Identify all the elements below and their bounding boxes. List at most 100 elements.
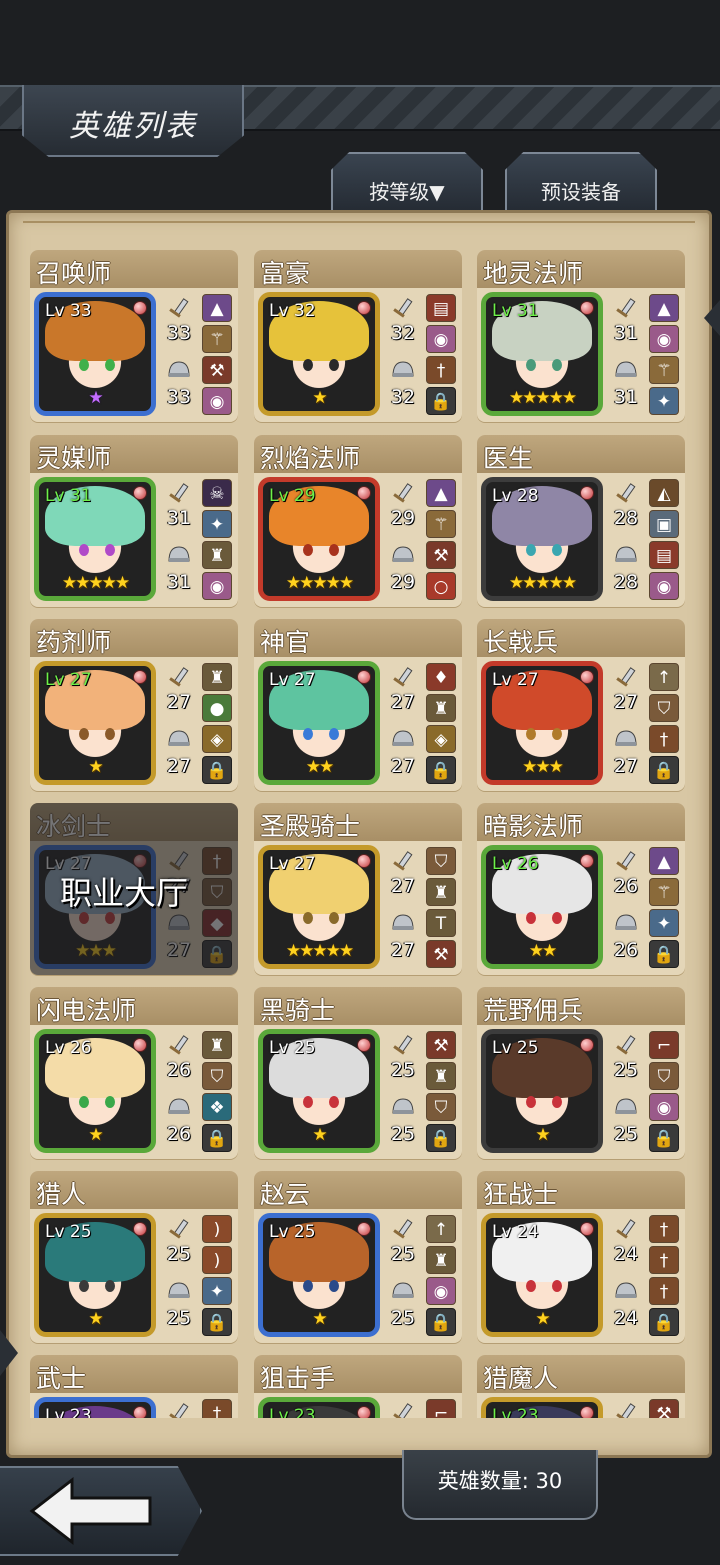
equipment-slot[interactable]: ⌐ bbox=[426, 1399, 456, 1418]
hero-portrait[interactable]: Lv 27 ★★ bbox=[258, 661, 380, 785]
hero-card[interactable]: 狂战士 Lv 24 ★ 24 24 † † † 🔒 bbox=[477, 1171, 685, 1343]
hero-card[interactable]: 灵媒师 Lv 31 ★★★★★ 31 31 ☠ ✦ ♜ ◉ bbox=[30, 435, 238, 607]
equipment-slot[interactable]: 🔒 bbox=[202, 1308, 232, 1336]
equipment-slot[interactable]: ✦ bbox=[649, 387, 679, 415]
hero-portrait[interactable]: Lv 25 ★ bbox=[258, 1213, 380, 1337]
equipment-slot[interactable]: ◉ bbox=[202, 572, 232, 600]
equipment-slot[interactable]: † bbox=[649, 1277, 679, 1305]
equipment-slot[interactable]: ◉ bbox=[649, 1093, 679, 1121]
equipment-slot[interactable]: ◉ bbox=[202, 387, 232, 415]
hero-portrait[interactable]: Lv 27 ★ bbox=[34, 661, 156, 785]
hero-card[interactable]: 闪电法师 Lv 26 ★ 26 26 ♜ ⛉ ❖ 🔒 bbox=[30, 987, 238, 1159]
equipment-slot[interactable]: 🔒 bbox=[202, 756, 232, 784]
equipment-slot[interactable]: ⚒ bbox=[426, 940, 456, 968]
equipment-slot[interactable]: 🔒 bbox=[426, 756, 456, 784]
hero-card[interactable]: 烈焰法师 Lv 29 ★★★★★ 29 29 ▲ ⚚ ⚒ ○ bbox=[254, 435, 462, 607]
equipment-slot[interactable]: ♜ bbox=[202, 663, 232, 691]
equipment-slot[interactable]: ▲ bbox=[202, 294, 232, 322]
hero-card[interactable]: 武士 Lv 23 † bbox=[30, 1355, 238, 1418]
equipment-slot[interactable]: ✦ bbox=[202, 510, 232, 538]
hero-card[interactable]: 富豪 Lv 32 ★ 32 32 ▤ ◉ † 🔒 bbox=[254, 250, 462, 422]
equipment-slot[interactable]: † bbox=[649, 725, 679, 753]
equipment-slot[interactable]: † bbox=[202, 1399, 232, 1418]
equipment-slot[interactable]: ⛉ bbox=[426, 847, 456, 875]
hero-portrait[interactable]: Lv 27 ★★★★★ bbox=[258, 845, 380, 969]
equipment-slot[interactable]: ⛉ bbox=[426, 1093, 456, 1121]
equipment-slot[interactable]: ◈ bbox=[426, 725, 456, 753]
hero-card[interactable]: 长戟兵 Lv 27 ★★★ 27 27 ↑ ⛉ † 🔒 bbox=[477, 619, 685, 791]
equipment-slot[interactable]: † bbox=[426, 356, 456, 384]
equipment-slot[interactable]: ♜ bbox=[426, 878, 456, 906]
equipment-slot[interactable]: ⛉ bbox=[202, 1062, 232, 1090]
hero-portrait[interactable]: Lv 26 ★★ bbox=[481, 845, 603, 969]
hero-portrait[interactable]: Lv 32 ★ bbox=[258, 292, 380, 416]
equipment-slot[interactable]: ♦ bbox=[426, 663, 456, 691]
equipment-slot[interactable]: ⛉ bbox=[649, 1062, 679, 1090]
equipment-slot[interactable]: 🔒 bbox=[426, 1308, 456, 1336]
hero-card[interactable]: 召唤师 Lv 33 ★ 33 33 ▲ ⚚ ⚒ ◉ bbox=[30, 250, 238, 422]
equipment-slot[interactable]: ○ bbox=[426, 572, 456, 600]
equipment-slot[interactable]: ♜ bbox=[426, 694, 456, 722]
equipment-slot[interactable]: ) bbox=[202, 1215, 232, 1243]
equipment-slot[interactable]: ⚚ bbox=[649, 356, 679, 384]
hero-portrait[interactable]: Lv 25 ★ bbox=[258, 1029, 380, 1153]
equipment-slot[interactable]: ⚒ bbox=[649, 1399, 679, 1418]
equipment-slot[interactable]: ◭ bbox=[649, 479, 679, 507]
equipment-slot[interactable]: ↑ bbox=[649, 663, 679, 691]
equipment-slot[interactable]: ▲ bbox=[426, 479, 456, 507]
equipment-slot[interactable]: ⛉ bbox=[649, 694, 679, 722]
equipment-slot[interactable]: † bbox=[649, 1215, 679, 1243]
hero-card[interactable]: 神官 Lv 27 ★★ 27 27 ♦ ♜ ◈ 🔒 bbox=[254, 619, 462, 791]
equipment-slot[interactable]: ⚒ bbox=[426, 541, 456, 569]
equipment-slot[interactable]: ▲ bbox=[649, 847, 679, 875]
equipment-slot[interactable]: 🔒 bbox=[202, 1124, 232, 1152]
equipment-slot[interactable]: ⚚ bbox=[649, 878, 679, 906]
equipment-slot[interactable]: T bbox=[426, 909, 456, 937]
equipment-slot[interactable]: ⚒ bbox=[426, 1031, 456, 1059]
equipment-slot[interactable]: ● bbox=[202, 694, 232, 722]
hero-portrait[interactable]: Lv 26 ★ bbox=[34, 1029, 156, 1153]
hero-card[interactable]: 地灵法师 Lv 31 ★★★★★ 31 31 ▲ ◉ ⚚ ✦ bbox=[477, 250, 685, 422]
equipment-slot[interactable]: ◉ bbox=[426, 1277, 456, 1305]
hero-portrait[interactable]: Lv 28 ★★★★★ bbox=[481, 477, 603, 601]
equipment-slot[interactable]: ▤ bbox=[649, 541, 679, 569]
equipment-slot[interactable]: ♜ bbox=[202, 1031, 232, 1059]
equipment-slot[interactable]: ◉ bbox=[426, 325, 456, 353]
hero-portrait[interactable]: Lv 29 ★★★★★ bbox=[258, 477, 380, 601]
hero-card[interactable]: 狙击手 Lv 23 ⌐ bbox=[254, 1355, 462, 1418]
hero-portrait[interactable]: Lv 31 ★★★★★ bbox=[34, 477, 156, 601]
hero-card[interactable]: 猎魔人 Lv 23 ⚒ bbox=[477, 1355, 685, 1418]
hero-card[interactable]: 圣殿骑士 Lv 27 ★★★★★ 27 27 ⛉ ♜ T ⚒ bbox=[254, 803, 462, 975]
hero-portrait[interactable]: Lv 24 ★ bbox=[481, 1213, 603, 1337]
equipment-slot[interactable]: 🔒 bbox=[649, 1124, 679, 1152]
hero-card[interactable]: 猎人 Lv 25 ★ 25 25)) ✦ 🔒 bbox=[30, 1171, 238, 1343]
equipment-slot[interactable]: 🔒 bbox=[649, 940, 679, 968]
equipment-slot[interactable]: ◉ bbox=[649, 325, 679, 353]
hero-card[interactable]: 暗影法师 Lv 26 ★★ 26 26 ▲ ⚚ ✦ 🔒 bbox=[477, 803, 685, 975]
hero-card[interactable]: 冰剑士Lv 27★★★2727†⛉◆🔒职业大厅 bbox=[30, 803, 238, 975]
hero-card[interactable]: 医生 Lv 28 ★★★★★ 28 28 ◭ ▣ ▤ ◉ bbox=[477, 435, 685, 607]
hero-portrait[interactable]: Lv 33 ★ bbox=[34, 292, 156, 416]
equipment-slot[interactable]: 🔒 bbox=[649, 756, 679, 784]
equipment-slot[interactable]: ▣ bbox=[649, 510, 679, 538]
back-button[interactable] bbox=[0, 1466, 202, 1556]
equipment-slot[interactable]: ⚚ bbox=[202, 325, 232, 353]
equipment-slot[interactable]: ✦ bbox=[202, 1277, 232, 1305]
hero-portrait[interactable]: Lv 23 bbox=[258, 1397, 380, 1418]
hero-card[interactable]: 赵云 Lv 25 ★ 25 25 ↑ ♜ ◉ 🔒 bbox=[254, 1171, 462, 1343]
hero-portrait[interactable]: Lv 25 ★ bbox=[481, 1029, 603, 1153]
equipment-slot[interactable]: ) bbox=[202, 1246, 232, 1274]
equipment-slot[interactable]: ◉ bbox=[649, 572, 679, 600]
hero-portrait[interactable]: Lv 23 bbox=[481, 1397, 603, 1418]
equipment-slot[interactable]: 🔒 bbox=[426, 387, 456, 415]
equipment-slot[interactable]: ◈ bbox=[202, 725, 232, 753]
hero-card[interactable]: 药剂师 Lv 27 ★ 27 27 ♜ ● ◈ 🔒 bbox=[30, 619, 238, 791]
hero-card[interactable]: 黑骑士 Lv 25 ★ 25 25 ⚒ ♜ ⛉ 🔒 bbox=[254, 987, 462, 1159]
equipment-slot[interactable]: ♜ bbox=[426, 1246, 456, 1274]
equipment-slot[interactable]: ☠ bbox=[202, 479, 232, 507]
equipment-slot[interactable]: ⚒ bbox=[202, 356, 232, 384]
equipment-slot[interactable]: ✦ bbox=[649, 909, 679, 937]
equipment-slot[interactable]: ⚚ bbox=[426, 510, 456, 538]
hero-card[interactable]: 荒野佣兵 Lv 25 ★ 25 25 ⌐ ⛉ ◉ 🔒 bbox=[477, 987, 685, 1159]
hero-portrait[interactable]: Lv 25 ★ bbox=[34, 1213, 156, 1337]
